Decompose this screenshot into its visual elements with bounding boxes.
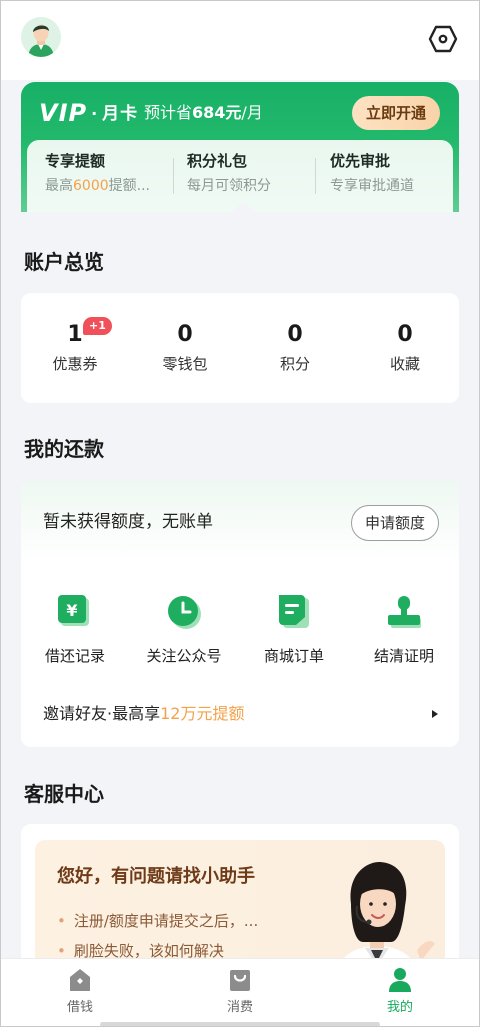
overview-card: 1 优惠券 +1 0 零钱包 0 积分 0 收藏 (21, 293, 459, 403)
svg-text:¥: ¥ (66, 601, 77, 620)
perk-sub-suffix: 提额... (108, 178, 150, 194)
tab-label: 借钱 (66, 1000, 93, 1015)
vip-logo-text: VIP (39, 99, 88, 127)
stat-value: 0 (177, 322, 193, 347)
quick-label: 结清证明 (373, 647, 434, 665)
perk-title: 积分礼包 (187, 152, 248, 170)
new-coupon-badge: +1 (83, 317, 112, 335)
home-icon (68, 967, 92, 993)
invite-highlight: 12万元提额 (160, 704, 245, 723)
stat-points[interactable]: 0 积分 (245, 321, 345, 375)
assistant-greeting: 您好，有问题请找小助手 (57, 866, 255, 887)
stat-label: 优惠券 (52, 355, 98, 373)
clock-icon (164, 592, 204, 632)
tab-consume[interactable]: 消费 (180, 967, 300, 1017)
stat-value: 0 (287, 322, 303, 347)
quick-label: 商城订单 (263, 647, 324, 665)
no-bill-text: 暂未获得额度，无账单 (43, 512, 213, 532)
repayment-card: 暂未获得额度，无账单 申请额度 ¥ 借还记录 关注公众号 商城订单 结清证明 邀… (21, 480, 459, 747)
user-avatar-icon (21, 17, 61, 57)
vip-open-button[interactable]: 立即开通 (352, 96, 440, 130)
vip-logo: VIP · 月卡 (39, 100, 138, 126)
perk-divider (315, 158, 316, 194)
perk-sub-highlight: 6000 (73, 178, 109, 194)
faq-item[interactable]: • 注册/额度申请提交之后，... (57, 910, 258, 932)
chevron-right-icon[interactable] (429, 708, 441, 720)
bottom-tab-bar: 借钱 消费 我的 (0, 958, 480, 1027)
perk-subtitle: 最高6000提额... (45, 175, 175, 197)
hexagon-settings-icon (428, 25, 458, 53)
tab-label: 我的 (386, 1000, 413, 1015)
stat-wallet[interactable]: 0 零钱包 (135, 321, 235, 375)
top-header (0, 0, 480, 80)
vip-save-prefix: 预计省 (144, 103, 193, 122)
shopping-bag-icon (228, 967, 252, 993)
perk-subtitle: 每月可领积分 (187, 178, 271, 194)
sheet-notch (228, 203, 258, 213)
vip-save-amount: 684元 (192, 103, 242, 122)
quick-loan-records[interactable]: ¥ 借还记录 (25, 592, 125, 667)
perk-title: 优先审批 (330, 152, 391, 170)
stat-label: 零钱包 (162, 355, 208, 373)
stat-favorites[interactable]: 0 收藏 (355, 321, 455, 375)
overview-title: 账户总览 (24, 250, 104, 274)
stat-label: 收藏 (389, 355, 420, 373)
vip-month-label: 月卡 (102, 104, 139, 124)
tab-borrow[interactable]: 借钱 (20, 967, 140, 1017)
person-icon (388, 967, 412, 993)
apply-credit-button[interactable]: 申请额度 (351, 505, 439, 541)
perk-points-gift[interactable]: 积分礼包 每月可领积分 (187, 150, 317, 197)
quick-label: 关注公众号 (146, 647, 222, 665)
service-title: 客服中心 (24, 782, 104, 806)
perk-subtitle: 专享审批通道 (330, 178, 414, 194)
faq-text: 注册/额度申请提交之后，... (73, 912, 259, 930)
quick-settlement-proof[interactable]: 结清证明 (354, 592, 454, 667)
tab-label: 消费 (226, 1000, 253, 1015)
stat-coupons[interactable]: 1 优惠券 +1 (25, 317, 125, 375)
avatar[interactable] (21, 17, 61, 57)
tab-mine[interactable]: 我的 (340, 967, 460, 1017)
settings-button[interactable] (428, 24, 458, 54)
vip-save-suffix: /月 (241, 103, 263, 122)
home-indicator (100, 1022, 380, 1027)
yuan-receipt-icon: ¥ (55, 592, 95, 632)
perk-title: 专享提额 (45, 152, 106, 170)
quick-mall-orders[interactable]: 商城订单 (244, 592, 344, 667)
quick-follow-account[interactable]: 关注公众号 (134, 592, 234, 667)
repayment-header: 暂未获得额度，无账单 申请额度 (21, 480, 459, 562)
vip-savings-text: 预计省684元/月 (144, 101, 263, 125)
repayment-title: 我的还款 (24, 437, 104, 461)
perk-priority-review[interactable]: 优先审批 专享审批通道 (330, 150, 459, 197)
quick-label: 借还记录 (44, 647, 105, 665)
stat-label: 积分 (279, 355, 310, 373)
invite-friends-link[interactable]: 邀请好友·最高享12万元提额 (43, 702, 244, 726)
stamp-icon (384, 592, 424, 632)
main-content: 账户总览 1 优惠券 +1 0 零钱包 0 积分 0 收藏 我的还款 暂未获得额… (0, 203, 480, 984)
perk-credit-boost[interactable]: 专享提额 最高6000提额... (45, 150, 175, 197)
document-icon (274, 592, 314, 632)
vip-logo-dot: · (91, 104, 99, 123)
perk-sub-prefix: 最高 (45, 178, 73, 194)
invite-prefix: 邀请好友·最高享 (43, 704, 161, 723)
stat-value: 0 (397, 322, 413, 347)
perk-divider (173, 158, 174, 194)
bullet-icon: • (57, 912, 66, 930)
